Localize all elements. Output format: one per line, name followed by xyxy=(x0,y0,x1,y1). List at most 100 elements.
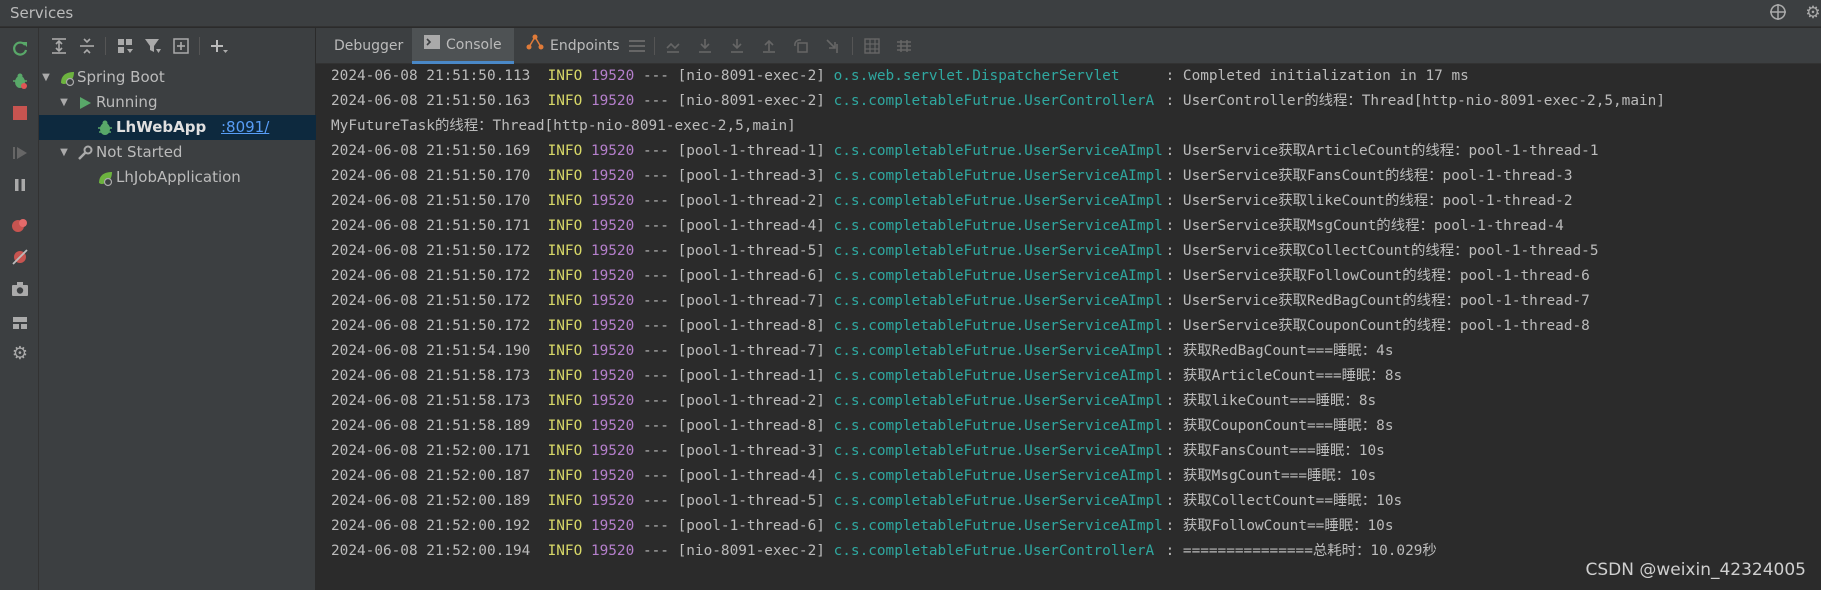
gear-icon[interactable]: ⚙ xyxy=(1803,3,1821,23)
drop-frame-icon[interactable] xyxy=(790,36,812,56)
step-into-icon[interactable] xyxy=(726,36,748,56)
log-pid: 19520 xyxy=(590,418,635,434)
run-to-cursor-icon[interactable] xyxy=(822,36,844,56)
mute-breakpoints-icon[interactable] xyxy=(9,246,31,268)
log-pid: 19520 xyxy=(590,318,635,334)
log-separator: --- xyxy=(642,168,669,184)
log-timestamp: 2024-06-08 21:51:50.172 xyxy=(331,318,531,334)
log-message: : 获取FollowCount==睡眠：10s xyxy=(1165,518,1394,534)
log-pid: 19520 xyxy=(590,218,635,234)
resume-icon[interactable] xyxy=(9,142,31,164)
settings-icon[interactable]: ⚙ xyxy=(9,342,31,364)
add-icon[interactable] xyxy=(207,34,231,58)
tree-node-spring-boot[interactable]: ▼ Spring Boot xyxy=(39,65,316,90)
tree-node-not-started[interactable]: ▼ Not Started xyxy=(39,140,316,165)
wrench-icon xyxy=(75,143,95,163)
log-timestamp: 2024-06-08 21:51:50.163 xyxy=(331,93,531,109)
collapse-all-icon[interactable] xyxy=(75,34,99,58)
log-timestamp: 2024-06-08 21:51:58.173 xyxy=(331,393,531,409)
tab-label: Debugger xyxy=(334,38,404,54)
running-app-name: LhWebApp xyxy=(116,118,207,136)
log-timestamp: 2024-06-08 21:51:50.172 xyxy=(331,293,531,309)
menu-lines-icon[interactable] xyxy=(626,36,648,56)
log-message: : 获取MsgCount===睡眠：10s xyxy=(1165,468,1377,484)
log-timestamp: 2024-06-08 21:52:00.192 xyxy=(331,518,531,534)
log-timestamp: 2024-06-08 21:52:00.171 xyxy=(331,443,531,459)
step-out-icon[interactable] xyxy=(758,36,780,56)
log-thread: [pool-1-thread-3] xyxy=(677,168,825,184)
step-over-icon[interactable] xyxy=(694,36,716,56)
expand-arrow-icon[interactable]: ▼ xyxy=(57,90,71,115)
log-separator: --- xyxy=(642,443,669,459)
log-separator: --- xyxy=(642,243,669,259)
log-thread: [pool-1-thread-2] xyxy=(677,193,825,209)
log-thread: [pool-1-thread-7] xyxy=(677,293,825,309)
log-line: 2024-06-08 21:51:50.172 INFO 19520 --- [… xyxy=(331,314,1590,339)
log-line: 2024-06-08 21:52:00.189 INFO 19520 --- [… xyxy=(331,489,1402,514)
port-link[interactable]: :8091/ xyxy=(221,115,269,140)
log-pid: 19520 xyxy=(590,243,635,259)
log-level: INFO xyxy=(547,543,583,559)
log-message: : ===============总耗时：10.029秒 xyxy=(1165,543,1437,559)
trace-icon[interactable] xyxy=(893,36,915,56)
log-pid: 19520 xyxy=(590,193,635,209)
log-separator: --- xyxy=(642,543,669,559)
group-icon[interactable] xyxy=(113,34,137,58)
log-logger: c.s.completableFutrue.UserControllerA xyxy=(833,93,1155,109)
log-logger: c.s.completableFutrue.UserServiceAImpl xyxy=(833,143,1163,159)
endpoints-icon xyxy=(526,28,544,64)
log-level: INFO xyxy=(547,343,583,359)
debug-icon[interactable] xyxy=(9,70,31,92)
tree-node-running[interactable]: ▼ Running xyxy=(39,90,316,115)
log-timestamp: 2024-06-08 21:52:00.194 xyxy=(331,543,531,559)
log-separator: --- xyxy=(642,343,669,359)
expand-arrow-icon[interactable]: ▼ xyxy=(57,140,71,165)
log-timestamp: 2024-06-08 21:51:58.173 xyxy=(331,368,531,384)
log-thread: [pool-1-thread-5] xyxy=(677,243,825,259)
log-pid: 19520 xyxy=(590,543,635,559)
evaluate-expression-icon[interactable] xyxy=(861,36,883,56)
log-logger: c.s.completableFutrue.UserServiceAImpl xyxy=(833,293,1163,309)
log-line: 2024-06-08 21:51:50.170 INFO 19520 --- [… xyxy=(331,189,1573,214)
log-timestamp: 2024-06-08 21:52:00.189 xyxy=(331,493,531,509)
tree-node-lhwebapp[interactable]: LhWebApp :8091/ xyxy=(39,115,316,140)
log-pid: 19520 xyxy=(590,493,635,509)
log-timestamp: 2024-06-08 21:51:50.170 xyxy=(331,168,531,184)
log-thread: [pool-1-thread-1] xyxy=(677,368,825,384)
log-separator: --- xyxy=(642,418,669,434)
tab-console[interactable]: Console xyxy=(412,28,514,64)
log-pid: 19520 xyxy=(590,68,635,84)
log-level: INFO xyxy=(547,443,583,459)
console-output[interactable]: 2024-06-08 21:51:50.113 INFO 19520 --- [… xyxy=(316,64,1821,590)
log-thread: [nio-8091-exec-2] xyxy=(677,543,825,559)
toolbar-separator xyxy=(852,37,853,55)
tab-debugger[interactable]: Debugger xyxy=(334,28,403,64)
tree-node-lhjobapplication[interactable]: LhJobApplication xyxy=(39,165,316,190)
log-logger: c.s.completableFutrue.UserServiceAImpl xyxy=(833,468,1163,484)
tab-label: Endpoints xyxy=(550,38,620,54)
log-separator: --- xyxy=(642,368,669,384)
new-service-icon[interactable] xyxy=(169,34,193,58)
toolbar-separator xyxy=(105,37,106,55)
tree-label: LhJobApplication xyxy=(116,168,241,186)
log-pid: 19520 xyxy=(590,293,635,309)
log-line: 2024-06-08 21:51:50.113 INFO 19520 --- [… xyxy=(331,64,1469,89)
expand-all-icon[interactable] xyxy=(47,34,71,58)
filter-icon[interactable] xyxy=(141,34,165,58)
log-level: INFO xyxy=(547,518,583,534)
log-line: 2024-06-08 21:52:00.192 INFO 19520 --- [… xyxy=(331,514,1393,539)
stop-icon[interactable] xyxy=(9,102,31,124)
layout-icon[interactable] xyxy=(9,312,31,334)
pause-icon[interactable] xyxy=(9,174,31,196)
log-line: 2024-06-08 21:51:58.173 INFO 19520 --- [… xyxy=(331,364,1402,389)
crosshair-icon[interactable] xyxy=(1768,3,1788,23)
log-level: INFO xyxy=(547,318,583,334)
breakpoints-icon[interactable] xyxy=(9,214,31,236)
log-separator: --- xyxy=(642,268,669,284)
expand-arrow-icon[interactable]: ▼ xyxy=(39,65,53,90)
camera-icon[interactable] xyxy=(9,278,31,300)
tab-endpoints[interactable]: Endpoints xyxy=(526,28,620,64)
rerun-icon[interactable] xyxy=(9,38,31,60)
show-execution-point-icon[interactable] xyxy=(662,36,684,56)
log-message: : UserService获取MsgCount的线程：pool-1-thread… xyxy=(1165,218,1564,234)
